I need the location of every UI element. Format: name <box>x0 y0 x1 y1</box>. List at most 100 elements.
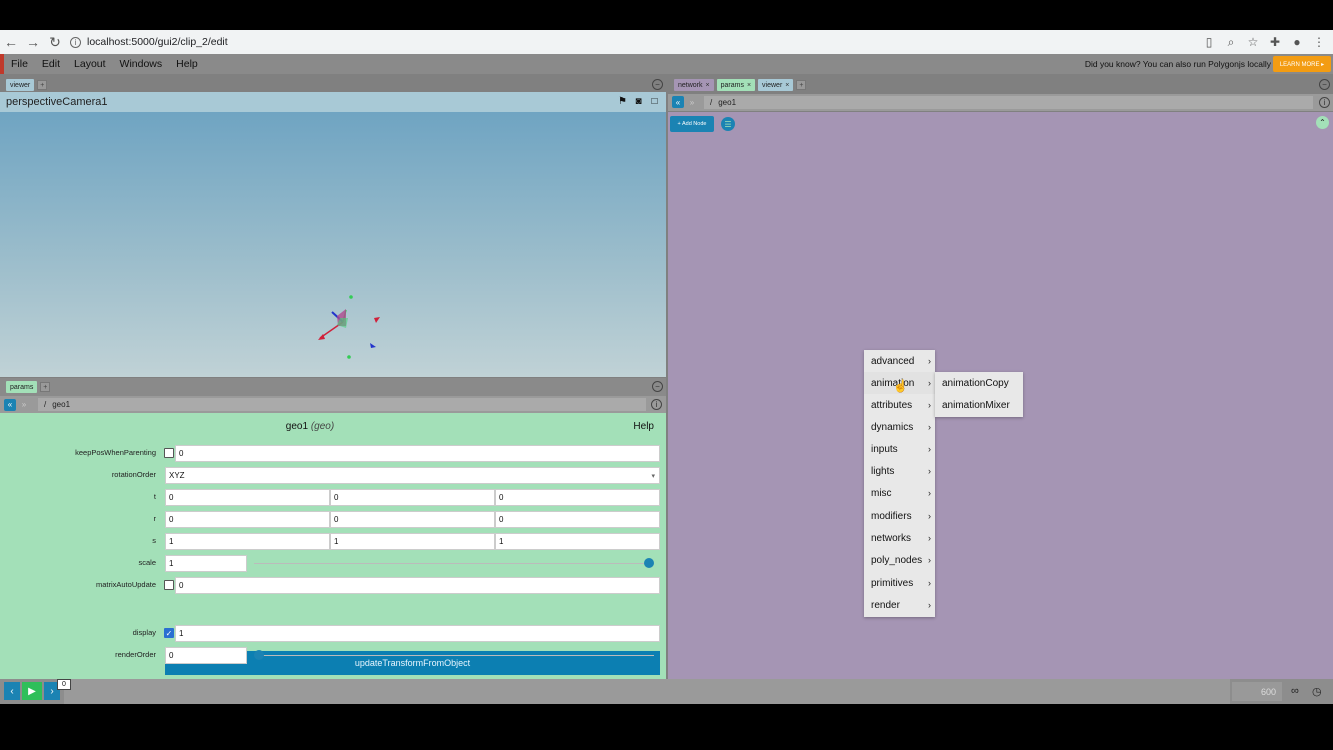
menu-item-primitives[interactable]: primitives › <box>864 572 935 594</box>
forward-arrow-icon[interactable]: → <box>22 31 44 53</box>
scale-slider-track[interactable] <box>254 563 654 564</box>
display-field[interactable]: 1 <box>175 625 660 642</box>
tab-params[interactable]: params <box>6 381 38 393</box>
url-field[interactable]: i localhost:5000/gui2/clip_2/edit <box>70 36 228 48</box>
tab-params[interactable]: params × <box>716 79 756 91</box>
prev-frame-icon[interactable]: ‹ <box>4 682 20 700</box>
path-separator: / <box>710 98 713 107</box>
add-tab-button[interactable]: + <box>40 382 51 392</box>
renderorder-slider-handle[interactable] <box>254 650 264 660</box>
tab-viewer[interactable]: viewer × <box>758 79 794 91</box>
close-icon[interactable]: × <box>747 82 751 89</box>
info-icon[interactable]: i <box>1319 97 1330 108</box>
submenu-item-animationcopy[interactable]: animationCopy <box>935 372 1023 394</box>
keeppos-field[interactable]: 0 <box>175 445 660 462</box>
info-icon[interactable]: i <box>651 399 662 410</box>
history-forward-icon[interactable]: » <box>18 399 30 411</box>
param-label: renderOrder <box>115 650 156 659</box>
menu-item-advanced[interactable]: advanced › <box>864 350 935 372</box>
close-icon[interactable]: × <box>785 82 789 89</box>
collapse-icon[interactable]: ⌃ <box>1316 116 1329 129</box>
extension-icon[interactable]: ✚ <box>1267 32 1283 52</box>
history-back-icon[interactable]: « <box>672 96 684 108</box>
param-row-t: t 0 0 0 <box>0 488 666 506</box>
add-node-button[interactable]: + Add Node <box>670 116 714 132</box>
camera-icon[interactable]: ◙ <box>633 96 644 107</box>
more-icon[interactable]: ⋮ <box>1311 32 1327 52</box>
submenu-item-animationmixer[interactable]: animationMixer <box>935 394 1023 416</box>
play-icon[interactable]: ▶ <box>22 682 42 700</box>
help-link[interactable]: Help <box>633 421 654 432</box>
renderorder-field[interactable]: 0 <box>165 647 247 664</box>
menu-item-dynamics[interactable]: dynamics › <box>864 416 935 438</box>
menu-item-misc[interactable]: misc › <box>864 482 935 504</box>
s-z-field[interactable]: 1 <box>495 533 660 550</box>
s-x-field[interactable]: 1 <box>165 533 330 550</box>
transform-gizmo[interactable] <box>0 112 666 377</box>
menu-item-lights[interactable]: lights › <box>864 460 935 482</box>
r-z-field[interactable]: 0 <box>495 511 660 528</box>
select-value: XYZ <box>169 471 185 480</box>
s-y-field[interactable]: 1 <box>330 533 495 550</box>
back-arrow-icon[interactable]: ← <box>0 31 22 53</box>
bookmark-icon[interactable]: ▯ <box>1201 32 1217 52</box>
menu-item-label: render <box>871 599 900 611</box>
loop-icon[interactable]: ∞ <box>1291 685 1299 697</box>
add-tab-button[interactable]: + <box>796 80 807 90</box>
keeppos-checkbox[interactable] <box>164 448 174 458</box>
rotationorder-select[interactable]: XYZ ▾ <box>165 467 660 484</box>
end-frame-field[interactable]: 600 <box>1232 682 1282 701</box>
menu-edit[interactable]: Edit <box>35 58 67 70</box>
display-checkbox[interactable]: ✓ <box>164 628 174 638</box>
flag-icon[interactable]: ⚑ <box>617 96 628 107</box>
profile-icon[interactable]: ● <box>1289 32 1305 52</box>
clock-icon[interactable]: ◷ <box>1312 685 1322 698</box>
fullscreen-icon[interactable]: □ <box>649 96 660 107</box>
timeline-track[interactable] <box>64 679 1230 704</box>
star-icon[interactable]: ☆ <box>1245 32 1261 52</box>
panel-toggle-icon[interactable]: − <box>652 79 663 90</box>
list-icon[interactable]: ☰ <box>721 117 735 131</box>
chevron-right-icon: › <box>928 578 931 588</box>
close-icon[interactable]: × <box>706 82 710 89</box>
learn-more-button[interactable]: LEARN MORE ▸ <box>1273 56 1331 72</box>
current-frame-marker[interactable]: 0 <box>57 679 71 690</box>
t-y-field[interactable]: 0 <box>330 489 495 506</box>
path-field[interactable]: / geo1 <box>704 96 1313 109</box>
r-x-field[interactable]: 0 <box>165 511 330 528</box>
matrixautoupdate-checkbox[interactable] <box>164 580 174 590</box>
menu-file[interactable]: File <box>4 58 35 70</box>
camera-name[interactable]: perspectiveCamera1 <box>6 96 108 108</box>
matrixautoupdate-field[interactable]: 0 <box>175 577 660 594</box>
menu-item-networks[interactable]: networks › <box>864 527 935 549</box>
menu-help[interactable]: Help <box>169 58 205 70</box>
menu-item-attributes[interactable]: attributes › <box>864 394 935 416</box>
t-z-field[interactable]: 0 <box>495 489 660 506</box>
menu-item-poly-nodes[interactable]: poly_nodes › <box>864 549 935 571</box>
node-name: geo1 <box>285 421 309 432</box>
menu-item-modifiers[interactable]: modifiers › <box>864 505 935 527</box>
menu-item-render[interactable]: render › <box>864 594 935 616</box>
tab-viewer[interactable]: viewer <box>6 79 35 91</box>
t-x-field[interactable]: 0 <box>165 489 330 506</box>
panel-toggle-icon[interactable]: − <box>652 381 663 392</box>
zoom-icon[interactable]: ⌕ <box>1223 32 1239 52</box>
scale-field[interactable]: 1 <box>165 555 247 572</box>
history-back-icon[interactable]: « <box>4 398 16 411</box>
menu-layout[interactable]: Layout <box>67 58 113 70</box>
info-icon[interactable]: i <box>70 36 81 48</box>
history-forward-icon[interactable]: » <box>686 96 698 108</box>
path-field[interactable]: / geo1 <box>38 398 646 411</box>
r-y-field[interactable]: 0 <box>330 511 495 528</box>
menu-item-inputs[interactable]: inputs › <box>864 438 935 460</box>
reload-icon[interactable]: ↻ <box>44 31 66 53</box>
menu-windows[interactable]: Windows <box>113 58 170 70</box>
param-label: display <box>132 628 156 637</box>
add-tab-button[interactable]: + <box>37 80 48 90</box>
viewer-header: perspectiveCamera1 ⚑ ◙ □ <box>0 92 666 112</box>
tab-network[interactable]: network × <box>674 79 714 91</box>
renderorder-slider-track[interactable] <box>258 655 654 656</box>
3d-viewport[interactable] <box>0 112 666 377</box>
panel-toggle-icon[interactable]: − <box>1319 79 1330 90</box>
scale-slider-handle[interactable] <box>644 558 654 568</box>
